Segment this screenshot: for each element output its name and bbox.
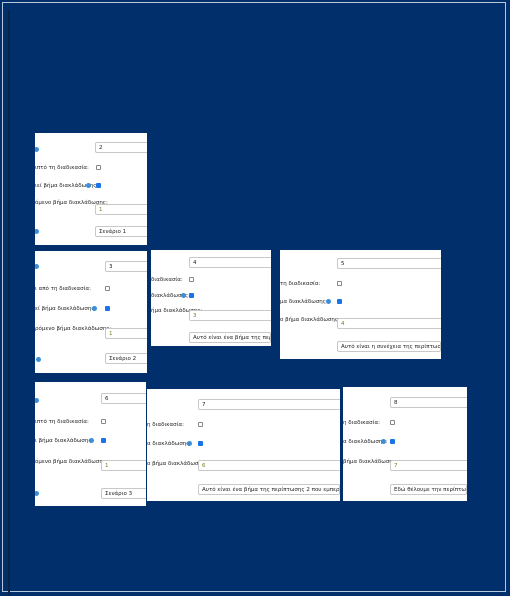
scenario-name-field[interactable]: Αυτό είναι ένα βήμα της περίπτωσης 2 που… — [198, 484, 340, 495]
skip-checkbox[interactable] — [96, 165, 101, 170]
step-card-3: 4 διαδικασία: διακλάδωσης: ήμα διακλάδωσ… — [151, 250, 271, 346]
next-step-field[interactable]: 1 — [105, 328, 147, 339]
next-step-field[interactable]: 1 — [95, 204, 147, 215]
info-icon[interactable] — [35, 229, 39, 234]
scenario-name-field[interactable]: Σενάριο 1 — [95, 226, 147, 237]
skip-checkbox[interactable] — [337, 281, 342, 286]
step-number-field[interactable]: 6 — [101, 393, 146, 404]
skip-label: η διαδικασία: — [343, 420, 381, 426]
step-number-field[interactable]: 5 — [337, 258, 441, 269]
info-icon[interactable] — [181, 293, 186, 298]
info-icon[interactable] — [35, 491, 39, 496]
branch-label: εί βήμα διακλάδωσης: — [35, 306, 97, 312]
info-icon[interactable] — [36, 357, 41, 362]
step-number-field[interactable]: 2 — [95, 142, 147, 153]
scenario-name-field[interactable]: Αυτό είναι ένα βήμα της περίπτωσης 2 — [189, 332, 271, 343]
step-card-4: 5 τη διαδικασία: μα διακλάδωσης: ο βήμα … — [280, 250, 441, 359]
branch-checkbox[interactable] — [101, 438, 106, 443]
step-card-2: 3 ι από τη διαδικασία: εί βήμα διακλάδωσ… — [35, 251, 147, 373]
step-number-field[interactable]: 8 — [390, 397, 467, 408]
next-step-field[interactable]: 4 — [337, 318, 441, 329]
skip-label: η διαδικασία: — [147, 422, 185, 428]
step-number-field[interactable]: 7 — [198, 399, 340, 410]
branch-checkbox[interactable] — [189, 293, 194, 298]
scenario-name-field[interactable]: Αυτό είναι η συνέχεια της περίπτωσης 2 — [337, 341, 441, 352]
next-step-label: ο βήμα διακλάδωσης: — [280, 317, 340, 323]
skip-label: ιπτό τη διαδικασία: — [35, 419, 89, 425]
skip-label: ιπτό τη διαδικασία: — [35, 165, 89, 171]
scenario-name-field[interactable]: Εδώ θέλουμε την περίπτωση 3 — [390, 484, 467, 495]
branch-checkbox[interactable] — [198, 441, 203, 446]
next-step-label: όμενο βήμα διακλάδωσης: — [35, 459, 108, 465]
info-icon[interactable] — [89, 438, 94, 443]
info-icon[interactable] — [326, 299, 331, 304]
skip-label: διαδικασία: — [151, 277, 183, 283]
next-step-field[interactable]: 7 — [390, 460, 467, 471]
step-number-field[interactable]: 4 — [189, 257, 271, 268]
branch-label: ι βήμα διακλάδωσης: — [35, 438, 94, 444]
next-step-field[interactable]: 3 — [189, 310, 271, 321]
info-icon[interactable] — [35, 264, 39, 269]
step-number-field[interactable]: 3 — [105, 261, 147, 272]
skip-label: ι από τη διαδικασία: — [35, 286, 91, 292]
info-icon[interactable] — [381, 439, 386, 444]
branch-checkbox[interactable] — [96, 183, 101, 188]
scenario-name-field[interactable]: Σενάριο 2 — [105, 353, 147, 364]
branch-checkbox[interactable] — [390, 439, 395, 444]
branch-label: μα διακλάδωσης: — [280, 299, 328, 305]
skip-label: τη διαδικασία: — [280, 281, 321, 287]
info-icon[interactable] — [35, 147, 39, 152]
branch-label: α διακλάδωσης: — [147, 441, 192, 447]
step-card-5: 6 ιπτό τη διαδικασία: ι βήμα διακλάδωσης… — [35, 382, 146, 506]
scenario-name-field[interactable]: Σενάριο 3 — [101, 488, 146, 499]
step-card-1: 2 ιπτό τη διαδικασία: ιεί βήμα διακλάδωσ… — [35, 133, 147, 245]
next-step-field[interactable]: 6 — [198, 460, 340, 471]
next-step-field[interactable]: 1 — [101, 460, 146, 471]
skip-checkbox[interactable] — [105, 286, 110, 291]
info-icon[interactable] — [187, 441, 192, 446]
left-edge-line — [8, 10, 10, 596]
step-card-6: 7 η διαδικασία: α διακλάδωσης: ο βήμα δι… — [147, 389, 340, 501]
info-icon[interactable] — [35, 398, 39, 403]
info-icon[interactable] — [86, 183, 91, 188]
skip-checkbox[interactable] — [198, 422, 203, 427]
branch-checkbox[interactable] — [337, 299, 342, 304]
branch-checkbox[interactable] — [105, 306, 110, 311]
skip-checkbox[interactable] — [189, 277, 194, 282]
next-step-label: ρόμενο βήμα διακλάδωσης: — [35, 326, 112, 332]
step-card-7: 8 η διαδικασία: α διακλάδωσης: βήμα διακ… — [343, 387, 467, 501]
info-icon[interactable] — [92, 306, 97, 311]
skip-checkbox[interactable] — [101, 419, 106, 424]
skip-checkbox[interactable] — [390, 420, 395, 425]
